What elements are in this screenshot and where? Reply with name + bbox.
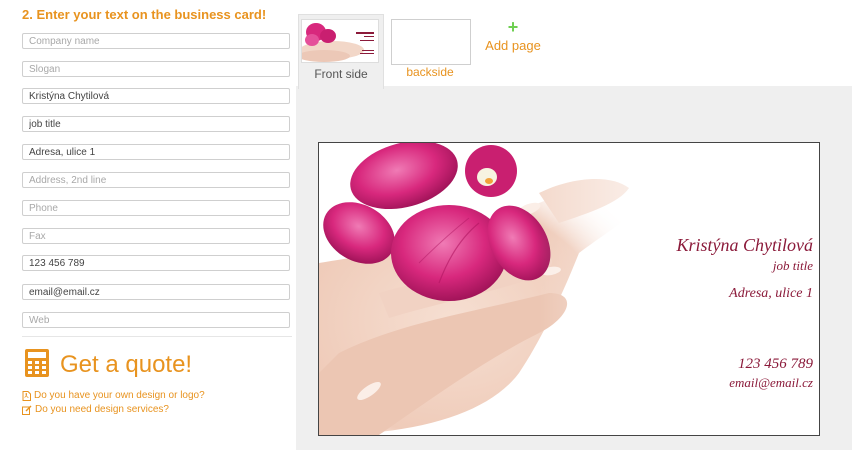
edit-icon	[22, 405, 32, 415]
file-pdf-icon	[22, 390, 31, 401]
step-title: 2. Enter your text on the business card!	[22, 7, 267, 22]
plus-icon: +	[507, 17, 519, 37]
text-entry-panel: 2. Enter your text on the business card!…	[10, 0, 292, 450]
card-job-title: job title	[772, 258, 813, 273]
form-divider	[22, 336, 292, 337]
get-quote-label: Get a quote!	[60, 351, 193, 378]
tab-front-label: Front side	[314, 67, 368, 81]
own-design-link-label: Do you have your own design or logo?	[34, 390, 205, 401]
business-card-preview[interactable]: Kristýna Chytilová job title Adresa, uli…	[318, 142, 820, 436]
address-line2-field[interactable]	[22, 172, 290, 188]
tab-backside-label: backside	[406, 65, 454, 79]
card-phone: 123 456 789	[738, 356, 813, 372]
fax-field[interactable]	[22, 228, 290, 244]
tab-front-side[interactable]: Front side	[298, 14, 384, 89]
design-services-link-label: Do you need design services?	[35, 404, 169, 415]
calculator-icon	[24, 348, 50, 383]
web-field[interactable]	[22, 312, 290, 328]
card-name: Kristýna Chytilová	[676, 235, 814, 255]
phone-field[interactable]	[22, 200, 290, 216]
name-field[interactable]	[22, 88, 290, 104]
slogan-field[interactable]	[22, 61, 290, 77]
own-design-link[interactable]: Do you have your own design or logo?	[22, 390, 205, 401]
mobile-field[interactable]	[22, 255, 290, 271]
card-email: email@email.cz	[729, 375, 813, 390]
tab-backside[interactable]	[391, 19, 471, 65]
address-field[interactable]	[22, 144, 290, 160]
card-address: Adresa, ulice 1	[729, 286, 813, 301]
email-field[interactable]	[22, 284, 290, 300]
front-side-thumbnail	[301, 19, 379, 63]
add-page-label: Add page	[485, 38, 541, 53]
get-quote-button[interactable]: Get a quote!	[24, 347, 192, 383]
job-title-field[interactable]	[22, 116, 290, 132]
design-services-link[interactable]: Do you need design services?	[22, 404, 169, 415]
add-page-button[interactable]: + Add page	[478, 17, 548, 53]
company-name-field[interactable]	[22, 33, 290, 49]
